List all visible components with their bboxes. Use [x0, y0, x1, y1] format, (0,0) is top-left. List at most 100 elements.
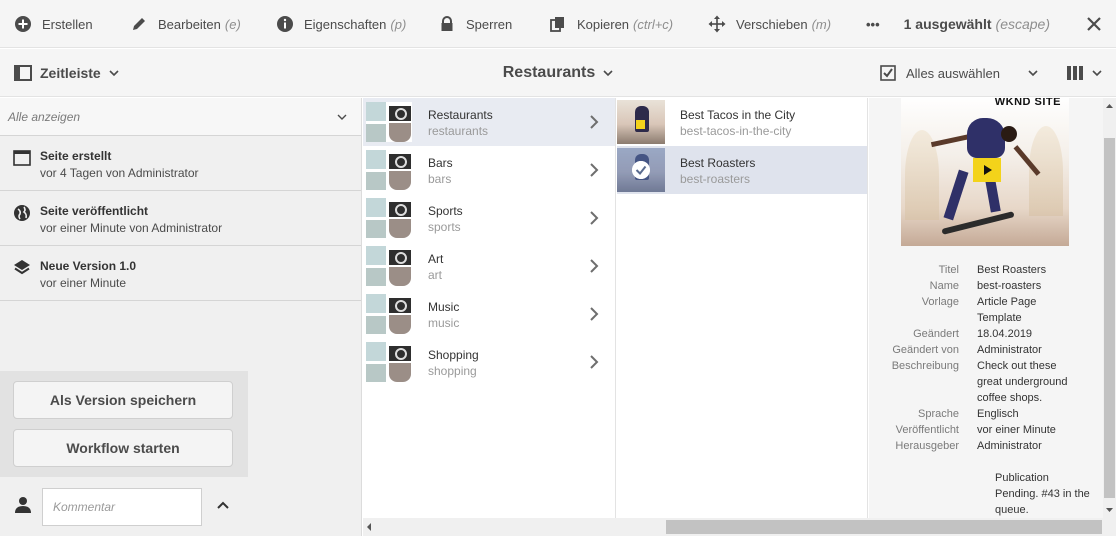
scroll-up-icon[interactable] — [1103, 100, 1116, 113]
item-path: shopping — [428, 364, 477, 378]
property-value: Administrator — [977, 440, 1042, 452]
copy-label: Kopieren — [577, 16, 630, 32]
item-path: art — [428, 268, 443, 282]
timeline-item[interactable]: Seite veröffentlicht vor einer Minute vo… — [0, 191, 361, 246]
list-item[interactable]: Restaurants restaurants — [363, 98, 615, 146]
list-item[interactable]: Sports sports — [363, 194, 615, 242]
property-key: Geändert von — [892, 344, 959, 356]
chevron-right-icon[interactable] — [589, 211, 599, 225]
item-title: Music — [428, 300, 460, 314]
lock-label: Sperren — [466, 16, 513, 32]
page-preview-image: WKND SITE — [901, 98, 1069, 246]
checkbox-icon — [880, 65, 896, 81]
item-title: Bars — [428, 156, 453, 170]
chevron-right-icon[interactable] — [589, 115, 599, 129]
page-thumbnail — [366, 102, 412, 142]
list-item[interactable]: Shopping shopping — [363, 338, 615, 386]
secondary-toolbar: Zeitleiste Restaurants Alles auswählen — [0, 49, 1116, 97]
chevron-down-icon — [1092, 70, 1102, 77]
item-title: Best Roasters — [680, 156, 756, 170]
horizontal-scroll-thumb[interactable] — [666, 520, 1102, 534]
move-shortcut: (m) — [811, 16, 832, 32]
checkmark-icon[interactable] — [632, 161, 650, 179]
property-row: Titel Best Roasters — [869, 262, 1103, 278]
start-workflow-button[interactable]: Workflow starten — [13, 429, 233, 467]
item-path: music — [428, 316, 460, 330]
comment-row: Kommentar — [0, 484, 362, 534]
lock-button[interactable]: Sperren — [438, 0, 512, 48]
timeline-filter-value: Alle anzeigen — [8, 109, 81, 124]
chevron-right-icon[interactable] — [589, 355, 599, 369]
chevron-right-icon[interactable] — [589, 259, 599, 273]
comment-input[interactable]: Kommentar — [42, 488, 202, 526]
rail-panel-icon — [14, 65, 32, 81]
edit-label: Bearbeiten — [158, 16, 221, 32]
properties-list: Titel Best Roasters Name best-roasters Vor… — [869, 262, 1103, 454]
property-row: Veröffentlicht vor einer Minute — [869, 422, 1103, 438]
view-switcher-button[interactable] — [1066, 49, 1102, 97]
chevron-right-icon[interactable] — [589, 163, 599, 177]
selection-count-label: 1 ausgewählt — [903, 16, 992, 32]
horizontal-scrollbar[interactable] — [363, 518, 1116, 536]
copy-button[interactable]: Kopieren (ctrl+c) — [549, 0, 673, 48]
scroll-down-icon[interactable] — [1103, 503, 1116, 516]
list-item[interactable]: Best Tacos in the City best-tacos-in-the… — [617, 98, 867, 146]
page-icon — [13, 150, 31, 166]
chevron-down-icon[interactable] — [603, 68, 613, 78]
scroll-left-icon[interactable] — [363, 518, 376, 536]
page-thumbnail — [366, 294, 412, 334]
list-item-selected[interactable]: Best Roasters best-roasters — [617, 146, 867, 194]
select-all-button[interactable]: Alles auswählen — [880, 49, 1048, 97]
chevron-right-icon[interactable] — [589, 307, 599, 321]
page-title-label[interactable]: Restaurants — [503, 64, 595, 82]
vertical-scroll-thumb[interactable] — [1104, 138, 1115, 498]
brand-logo: WKND SITE — [994, 98, 1061, 108]
property-row: Vorlage Article Page Template — [869, 294, 1103, 326]
edit-shortcut: (e) — [224, 16, 241, 32]
timeline-item[interactable]: Neue Version 1.0 vor einer Minute — [0, 246, 361, 301]
user-icon — [15, 497, 31, 513]
properties-shortcut: (p) — [390, 16, 407, 32]
vertical-scrollbar[interactable] — [1103, 98, 1116, 518]
property-row: Name best-roasters — [869, 278, 1103, 294]
edit-button[interactable]: Bearbeiten (e) — [130, 0, 241, 48]
timeline-item-title: Seite erstellt — [40, 149, 112, 163]
item-title: Shopping — [428, 348, 479, 362]
item-title: Art — [428, 252, 444, 266]
property-key: Titel — [938, 264, 959, 276]
timeline-filter-select[interactable]: Alle anzeigen — [0, 98, 361, 136]
layers-icon — [14, 260, 30, 275]
list-item[interactable]: Music music — [363, 290, 615, 338]
timeline-rail: Alle anzeigen Seite erstellt vor 4 Tagen… — [0, 98, 362, 536]
chevron-up-icon[interactable] — [216, 500, 230, 510]
close-icon[interactable] — [1084, 14, 1104, 34]
lock-icon — [441, 16, 453, 31]
copy-icon — [550, 17, 564, 32]
property-value: Englisch — [977, 408, 1019, 420]
property-key: Veröffentlicht — [895, 424, 959, 436]
timeline-item-title: Neue Version 1.0 — [40, 259, 137, 273]
publication-status: Publication Pending. #43 in the queue. — [995, 472, 1090, 516]
rail-toggle-button[interactable]: Zeitleiste — [14, 49, 127, 97]
property-row: Herausgeber Administrator — [869, 438, 1103, 454]
property-key: Geändert — [913, 328, 959, 340]
move-button[interactable]: Verschieben (m) — [708, 0, 831, 48]
timeline-item-title: Seite veröffentlicht — [40, 204, 149, 218]
move-label: Verschieben — [736, 16, 808, 32]
save-version-button[interactable]: Als Version speichern — [13, 381, 233, 419]
item-title: Sports — [428, 204, 463, 218]
item-path: restaurants — [428, 124, 489, 138]
timeline-item[interactable]: Seite erstellt vor 4 Tagen von Administr… — [0, 136, 361, 191]
item-title: Best Tacos in the City — [680, 108, 796, 122]
list-item[interactable]: Bars bars — [363, 146, 615, 194]
page-thumbnail — [366, 150, 412, 190]
timeline-item-subtitle: vor einer Minute — [40, 276, 127, 290]
rail-actions: Als Version speichern Workflow starten — [0, 371, 248, 477]
details-panel: WKND SITE Titel Best Roasters Name best-ro… — [869, 98, 1103, 518]
more-actions-button[interactable]: ••• — [866, 0, 880, 48]
create-button[interactable]: Erstellen — [14, 0, 93, 48]
plus-circle-icon — [15, 16, 31, 32]
list-item[interactable]: Art art — [363, 242, 615, 290]
property-value: best-roasters — [977, 280, 1042, 292]
properties-button[interactable]: Eigenschaften (p) — [276, 0, 406, 48]
